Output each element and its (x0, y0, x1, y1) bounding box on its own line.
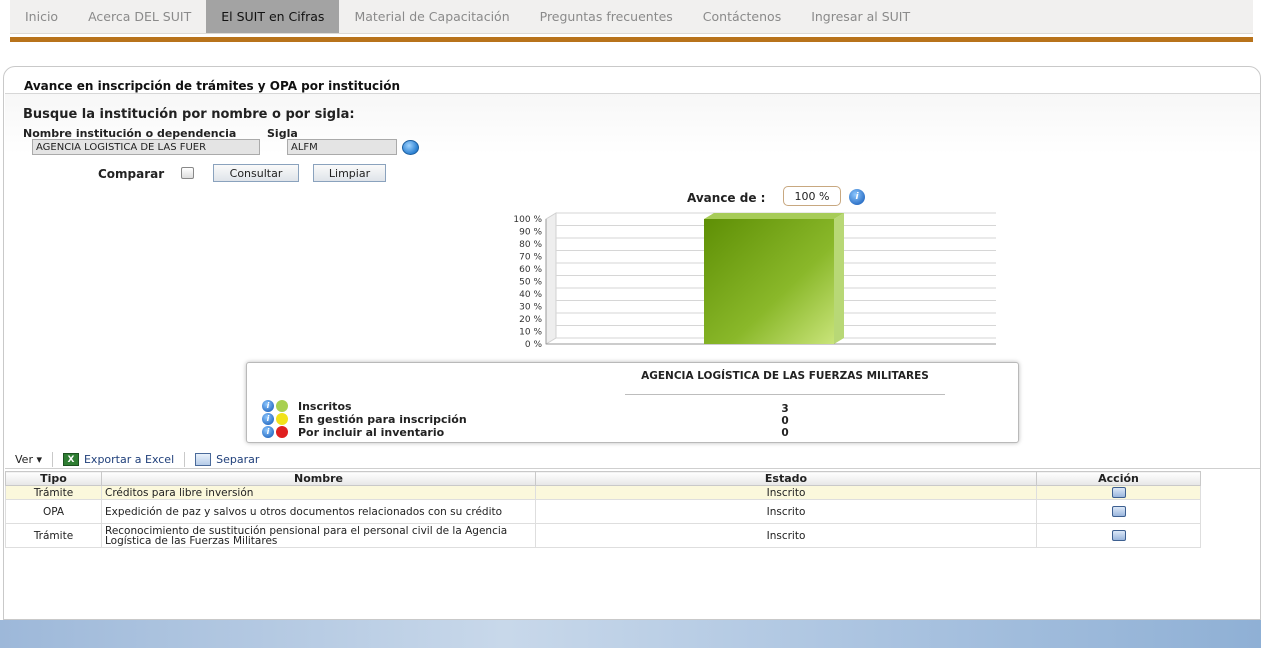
brand-bar (10, 37, 1253, 42)
column-header-tipo[interactable]: Tipo (5, 471, 102, 486)
detail-icon[interactable] (1111, 487, 1126, 498)
column-header-estado[interactable]: Estado (535, 471, 1037, 486)
chart-bar-side (834, 213, 844, 344)
table-row[interactable]: Trámite Reconocimiento de sustitución pe… (5, 523, 1201, 548)
institution-name-input[interactable] (32, 139, 260, 155)
detach-icon (195, 452, 212, 466)
table-row[interactable]: Trámite Créditos para libre inversión In… (5, 485, 1201, 500)
excel-icon: X (62, 452, 79, 466)
cell-nombre: Reconocimiento de sustitución pensional … (101, 523, 536, 548)
compare-checkbox[interactable] (181, 167, 194, 179)
info-icon[interactable]: i (849, 189, 865, 205)
nav-item-contactenos[interactable]: Contáctenos (688, 0, 796, 33)
procedures-table: Tipo Nombre Estado Acción Trámite Crédit… (5, 471, 1201, 548)
summary-box: AGENCIA LOGÍSTICA DE LAS FUERZAS MILITAR… (246, 362, 1019, 443)
summary-row-en-gestion: i En gestión para inscripción (262, 412, 467, 426)
cell-accion (1036, 499, 1201, 524)
chart-y-tick-label: 20 % (519, 315, 542, 325)
sigla-input[interactable] (287, 139, 397, 155)
chart-y-tick-label: 30 % (519, 303, 542, 313)
summary-value: 3 (781, 403, 789, 415)
avance-label: Avance de : (687, 191, 766, 205)
detach-button[interactable]: Separar (185, 451, 269, 468)
cell-tipo: OPA (5, 499, 102, 524)
cell-nombre: Expedición de paz y salvos u otros docum… (101, 499, 536, 524)
detach-label: Separar (216, 452, 260, 466)
chart-y-tick-label: 80 % (519, 240, 542, 250)
summary-label: Por incluir al inventario (298, 425, 445, 439)
nav-item-inicio[interactable]: Inicio (10, 0, 73, 33)
search-title: Busque la institución por nombre o por s… (23, 107, 355, 122)
chart-y-tick-label: 10 % (519, 328, 542, 338)
cell-tipo: Trámite (5, 523, 102, 548)
top-navigation: Inicio Acerca DEL SUIT El SUIT en Cifras… (10, 0, 1253, 34)
chart-y-tick-label: 40 % (519, 290, 542, 300)
cell-estado: Inscrito (535, 499, 1037, 524)
status-dot-green (276, 400, 288, 412)
nav-item-suit-cifras[interactable]: El SUIT en Cifras (206, 0, 340, 33)
info-icon[interactable]: i (262, 426, 274, 438)
nav-item-ingresar[interactable]: Ingresar al SUIT (796, 0, 925, 33)
chart-y-tick-label: 60 % (519, 265, 542, 275)
info-icon[interactable]: i (262, 413, 274, 425)
compare-label: Comparar (98, 167, 165, 181)
column-header-nombre[interactable]: Nombre (101, 471, 536, 486)
cell-estado: Inscrito (535, 523, 1037, 548)
status-dot-yellow (276, 413, 288, 425)
nav-item-preguntas[interactable]: Preguntas frecuentes (525, 0, 688, 33)
chart-side-wall (545, 212, 557, 345)
chart-bar-top (704, 213, 844, 219)
footer-band (0, 620, 1261, 648)
export-excel-label: Exportar a Excel (83, 452, 175, 466)
summary-label: Inscritos (298, 399, 352, 413)
table-row[interactable]: OPA Expedición de paz y salvos u otros d… (5, 499, 1201, 524)
summary-value: 0 (781, 415, 789, 427)
avance-value: 100 % (783, 186, 841, 206)
cell-accion (1036, 485, 1201, 500)
nav-item-acerca[interactable]: Acerca DEL SUIT (73, 0, 206, 33)
nav-item-material[interactable]: Material de Capacitación (339, 0, 524, 33)
detail-icon[interactable] (1111, 530, 1126, 541)
page-title: Avance en inscripción de trámites y OPA … (24, 79, 401, 93)
detail-icon[interactable] (1111, 506, 1126, 517)
limpiar-button[interactable]: Limpiar (313, 164, 386, 182)
view-menu[interactable]: Ver ▾ (5, 451, 52, 468)
info-icon[interactable]: i (262, 400, 274, 412)
search-icon[interactable] (402, 140, 419, 155)
chart-bar (704, 219, 834, 344)
export-excel-button[interactable]: X Exportar a Excel (53, 451, 184, 468)
chart-y-tick-label: 50 % (519, 278, 542, 288)
summary-row-inscritos: i Inscritos (262, 399, 352, 413)
summary-value: 0 (781, 427, 789, 439)
chart-y-tick-label: 90 % (519, 228, 542, 238)
summary-row-por-incluir: i Por incluir al inventario (262, 425, 445, 439)
chart-y-tick-label: 70 % (519, 253, 542, 263)
title-divider (5, 93, 1260, 94)
status-dot-red (276, 426, 288, 438)
chart-y-tick-label: 100 % (513, 215, 542, 225)
cell-estado: Inscrito (535, 485, 1037, 500)
cell-tipo: Trámite (5, 485, 102, 500)
main-panel: Avance en inscripción de trámites y OPA … (3, 66, 1261, 620)
column-header-accion[interactable]: Acción (1036, 471, 1201, 486)
summary-institution-header: AGENCIA LOGÍSTICA DE LAS FUERZAS MILITAR… (641, 370, 929, 382)
cell-nombre: Créditos para libre inversión (101, 485, 536, 500)
summary-divider (625, 394, 945, 395)
consultar-button[interactable]: Consultar (213, 164, 299, 182)
table-toolbar: Ver ▾ X Exportar a Excel Separar (5, 450, 1260, 469)
chart-y-tick-label: 0 % (525, 340, 543, 350)
cell-accion (1036, 523, 1201, 548)
progress-bar-chart: 0 % 10 % 20 % 30 % 40 % 50 % 60 % 70 % 80 % 90 % 1… (513, 212, 996, 350)
summary-label: En gestión para inscripción (298, 412, 467, 426)
